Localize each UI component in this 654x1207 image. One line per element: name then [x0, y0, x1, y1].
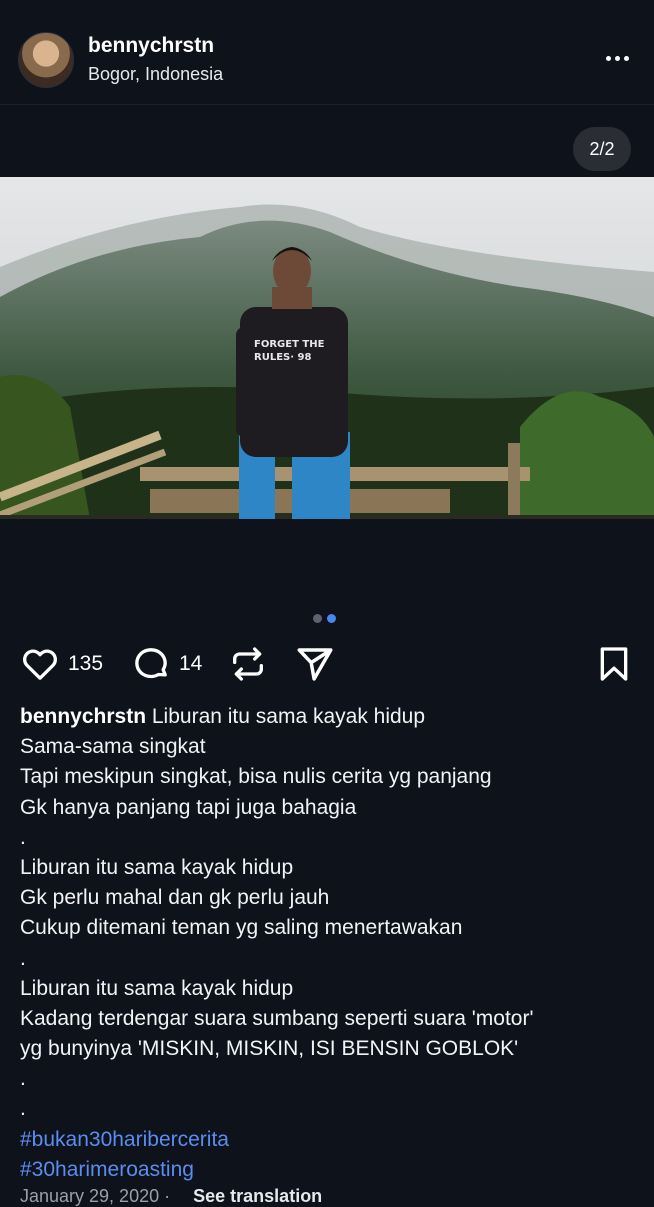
- caption-line: Gk perlu mahal dan gk perlu jauh: [20, 886, 330, 910]
- caption-line: .: [20, 1097, 26, 1121]
- post-header: bennychrstn Bogor, Indonesia: [0, 0, 654, 105]
- post-location[interactable]: Bogor, Indonesia: [88, 64, 223, 85]
- caption-line: Gk hanya panjang tapi juga bahagia: [20, 795, 357, 819]
- slide-counter: 2/2: [573, 127, 631, 171]
- see-translation-link[interactable]: See translation: [193, 1186, 322, 1206]
- caption-line: yg bunyinya 'MISKIN, MISKIN, ISI BENSIN …: [20, 1037, 519, 1061]
- share-button[interactable]: [294, 640, 336, 688]
- post-date: January 29, 2020: [20, 1186, 160, 1206]
- caption-line: Kadang terdengar suara sumbang seperti s…: [20, 1006, 534, 1030]
- save-button[interactable]: [594, 640, 634, 688]
- post-footer: January 29, 2020 · See translation: [20, 1186, 323, 1206]
- carousel-dot-1: [313, 614, 322, 623]
- hashtag-link[interactable]: #bukan30haribercerita: [20, 1125, 640, 1155]
- heart-icon: [23, 649, 57, 680]
- comment-button[interactable]: 14: [131, 640, 202, 688]
- comment-count: 14: [179, 652, 203, 675]
- action-bar: 135 14: [0, 640, 654, 688]
- repost-button[interactable]: [228, 640, 268, 688]
- svg-text:FORGET THE: FORGET THE: [254, 339, 325, 350]
- caption-line: .: [20, 1067, 26, 1091]
- caption-line: Sama-sama singkat: [20, 735, 206, 759]
- svg-text:RULES· 98: RULES· 98: [254, 352, 311, 363]
- post-caption: bennychrstn Liburan itu sama kayak hidup…: [20, 702, 640, 1185]
- caption-line: Liburan itu sama kayak hidup: [20, 855, 294, 879]
- caption-line: .: [20, 946, 26, 970]
- like-button[interactable]: 135: [20, 640, 103, 688]
- repost-icon: [233, 647, 263, 681]
- caption-first-line: bennychrstn Liburan itu sama kayak hidup: [20, 702, 640, 732]
- like-count: 135: [68, 652, 104, 675]
- caption-text: Liburan itu sama kayak hidup: [151, 705, 426, 728]
- post-photo[interactable]: FORGET THE RULES· 98: [0, 177, 654, 519]
- caption-line: Tapi meskipun singkat, bisa nulis cerita…: [20, 765, 492, 789]
- avatar[interactable]: [18, 32, 74, 88]
- bookmark-icon: [600, 647, 628, 681]
- caption-line: Liburan itu sama kayak hidup: [20, 976, 294, 1000]
- caption-username[interactable]: bennychrstn: [20, 705, 146, 728]
- comment-icon: [135, 648, 167, 679]
- caption-line: .: [20, 825, 26, 849]
- carousel-dot-2: [327, 614, 336, 623]
- hashtag-link[interactable]: #30harimeroasting: [20, 1155, 640, 1185]
- caption-line: Cukup ditemani teman yg saling menertawa…: [20, 916, 463, 940]
- post-username[interactable]: bennychrstn: [88, 34, 214, 58]
- send-icon: [297, 648, 333, 681]
- carousel-dots: [313, 614, 341, 623]
- more-dots-icon[interactable]: [598, 46, 636, 70]
